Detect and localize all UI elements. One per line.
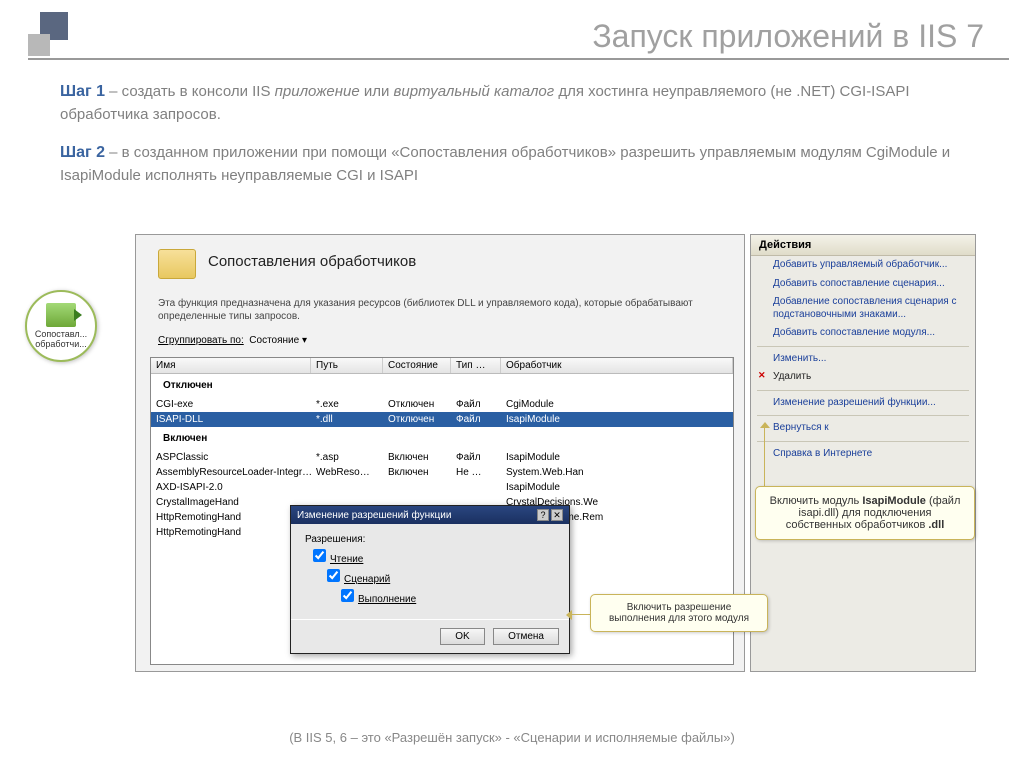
slide: Запуск приложений в IIS 7 Шаг 1 – создат… bbox=[0, 0, 1024, 767]
perm-read: Чтение bbox=[313, 549, 555, 565]
perm-script: Сценарий bbox=[327, 569, 555, 585]
table-header: Имя Путь Состояние Тип … Обработчик bbox=[151, 358, 733, 374]
close-icon[interactable]: ✕ bbox=[551, 509, 563, 521]
dialog-buttons: OK Отмена bbox=[291, 619, 569, 653]
action-link[interactable]: Добавить сопоставление модуля... bbox=[751, 324, 975, 343]
callout-arrow-2 bbox=[570, 614, 590, 615]
step-1: Шаг 1 – создать в консоли IIS приложение… bbox=[60, 80, 984, 127]
dialog-titlebar: Изменение разрешений функции ? ✕ bbox=[291, 506, 569, 524]
table-row[interactable]: ISAPI-DLL*.dllОтключенФайлIsapiModule bbox=[151, 412, 733, 427]
dialog-body: Разрешения: Чтение Сценарий Выполнение bbox=[291, 524, 569, 619]
action-link[interactable]: Добавить управляемый обработчик... bbox=[751, 256, 975, 275]
screenshot-area: Сопоставл... обработчи... Сопоставления … bbox=[15, 234, 1009, 674]
permissions-dialog: Изменение разрешений функции ? ✕ Разреше… bbox=[290, 505, 570, 654]
read-checkbox[interactable] bbox=[313, 549, 326, 562]
callout-arrow-1 bbox=[759, 426, 771, 488]
perm-execute: Выполнение bbox=[341, 589, 555, 605]
slide-logo bbox=[28, 12, 80, 64]
callout-isapi-module: Включить модуль IsapiModule (файл isapi.… bbox=[755, 486, 975, 540]
group-by-value[interactable]: Состояние bbox=[249, 335, 299, 346]
group-disabled: Отключен bbox=[151, 374, 733, 397]
handler-mapping-icon bbox=[46, 303, 76, 327]
permissions-label: Разрешения: bbox=[305, 534, 555, 545]
action-back[interactable]: Вернуться к bbox=[751, 419, 975, 438]
header-rule bbox=[28, 58, 1009, 60]
content-text: Шаг 1 – создать в консоли IIS приложение… bbox=[60, 80, 984, 201]
actions-panel: Действия Добавить управляемый обработчик… bbox=[750, 234, 976, 672]
handler-mapping-label: Сопоставл... обработчи... bbox=[27, 330, 95, 350]
help-icon[interactable]: ? bbox=[537, 509, 549, 521]
column-handler[interactable]: Обработчик bbox=[501, 358, 733, 373]
column-name[interactable]: Имя bbox=[151, 358, 311, 373]
callout-execute-permission: Включить разрешение выполнения для этого… bbox=[590, 594, 768, 632]
table-row[interactable]: AXD-ISAPI-2.0IsapiModule bbox=[151, 480, 733, 495]
execute-checkbox[interactable] bbox=[341, 589, 354, 602]
column-type[interactable]: Тип … bbox=[451, 358, 501, 373]
action-delete[interactable]: Удалить bbox=[751, 368, 975, 387]
handler-mapping-icon-circle: Сопоставл... обработчи... bbox=[25, 290, 97, 362]
dialog-title: Изменение разрешений функции bbox=[297, 510, 451, 521]
step-2: Шаг 2 – в созданном приложении при помощ… bbox=[60, 141, 984, 188]
bottom-note: (В IIS 5, 6 – это «Разрешён запуск» - «С… bbox=[0, 730, 1024, 745]
folder-icon bbox=[158, 249, 196, 279]
column-path[interactable]: Путь bbox=[311, 358, 383, 373]
action-help[interactable]: Справка в Интернете bbox=[751, 445, 975, 464]
ok-button[interactable]: OK bbox=[440, 628, 484, 645]
action-link[interactable]: Добавление сопоставления сценария с подс… bbox=[751, 293, 975, 324]
actions-title: Действия bbox=[751, 235, 975, 256]
action-permissions[interactable]: Изменение разрешений функции... bbox=[751, 394, 975, 413]
window-title: Сопоставления обработчиков bbox=[208, 253, 416, 270]
table-row[interactable]: CGI-exe*.exeОтключенФайлCgiModule bbox=[151, 397, 733, 412]
page-title: Запуск приложений в IIS 7 bbox=[592, 18, 984, 55]
cancel-button[interactable]: Отмена bbox=[493, 628, 559, 645]
window-description: Эта функция предназначена для указания р… bbox=[158, 297, 724, 323]
table-row[interactable]: ASPClassic*.aspВключенФайлIsapiModule bbox=[151, 450, 733, 465]
group-enabled: Включен bbox=[151, 427, 733, 450]
column-state[interactable]: Состояние bbox=[383, 358, 451, 373]
script-checkbox[interactable] bbox=[327, 569, 340, 582]
action-edit[interactable]: Изменить... bbox=[751, 350, 975, 369]
table-row[interactable]: AssemblyResourceLoader-Integr…WebReso…Вк… bbox=[151, 465, 733, 480]
group-by-row: Сгруппировать по: Состояние ▾ bbox=[158, 335, 307, 346]
action-link[interactable]: Добавить сопоставление сценария... bbox=[751, 275, 975, 294]
